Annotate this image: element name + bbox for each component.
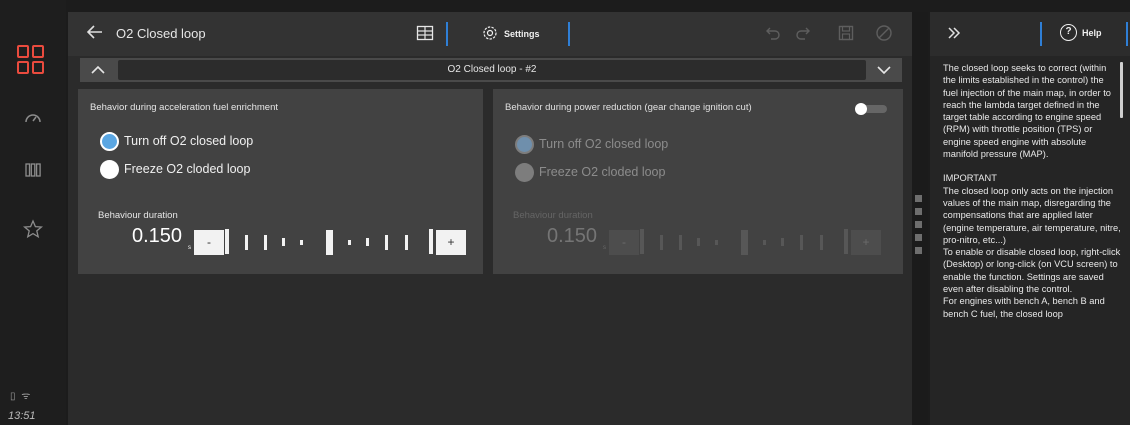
map-selector: O2 Closed loop - #2 — [80, 58, 902, 82]
help-button[interactable]: ? Help — [1060, 24, 1102, 41]
main-panel: O2 Closed loop Settings O2 Closed loop -… — [68, 12, 912, 425]
power-reduction-behavior-card: Behavior during power reduction (gear ch… — [493, 89, 903, 274]
radio-indicator — [100, 159, 119, 179]
help-divider — [1126, 22, 1128, 46]
help-paragraph: For engines with bench A, bench B and be… — [943, 296, 1105, 319]
duration-value[interactable]: 0.150 — [547, 225, 597, 248]
slider-thumb[interactable] — [326, 230, 333, 255]
help-paragraph: The closed loop seeks to correct (within… — [943, 63, 1111, 160]
slider-tick — [800, 235, 803, 250]
undo-icon[interactable] — [762, 24, 782, 44]
slider-tick — [763, 240, 766, 245]
help-label: Help — [1082, 27, 1102, 38]
card-heading: Behavior during power reduction (gear ch… — [505, 102, 752, 113]
duration-label: Behaviour duration — [513, 210, 593, 221]
radio-freeze-closed-loop[interactable]: Freeze O2 cloded loop — [100, 159, 250, 179]
duration-unit: s — [188, 245, 191, 251]
table-icon[interactable] — [416, 24, 436, 44]
radio-turn-off-closed-loop[interactable]: Turn off O2 closed loop — [515, 134, 668, 154]
question-circle-icon: ? — [1060, 24, 1077, 41]
slider-tick — [715, 240, 718, 245]
radio-label: Turn off O2 closed loop — [539, 137, 669, 151]
gear-icon — [482, 25, 498, 43]
slider-tick — [697, 238, 700, 246]
help-important-title: IMPORTANT — [943, 173, 997, 184]
radio-label: Freeze O2 cloded loop — [124, 162, 251, 176]
radio-selected-indicator — [100, 131, 119, 151]
slider-tick — [225, 229, 229, 254]
slider-tick — [385, 235, 388, 250]
slider-tick — [820, 235, 823, 250]
decrement-button[interactable]: - — [194, 230, 224, 255]
app-logo-icon[interactable] — [17, 45, 45, 75]
increment-button[interactable]: + — [436, 230, 466, 255]
radio-freeze-closed-loop[interactable]: Freeze O2 cloded loop — [515, 162, 665, 182]
toggle-knob — [855, 103, 867, 115]
slider-tick — [844, 229, 848, 254]
app: ▯ ᯤ 13:51 O2 Closed loop Settings O2 Clo… — [0, 0, 1130, 425]
arrow-left-icon[interactable] — [86, 23, 108, 45]
help-panel: ? Help The closed loop seeks to correct … — [930, 12, 1130, 425]
card-heading: Behavior during acceleration fuel enrich… — [90, 102, 278, 113]
wifi-icon: ᯤ — [21, 391, 31, 402]
help-scrollbar[interactable] — [1120, 62, 1123, 118]
clock: 13:51 — [8, 410, 36, 422]
power-reduction-toggle[interactable] — [855, 103, 889, 115]
page-title: O2 Closed loop — [116, 26, 206, 41]
help-text: The closed loop seeks to correct (within… — [943, 62, 1121, 320]
duration-label: Behaviour duration — [98, 210, 178, 221]
columns-icon[interactable] — [22, 160, 44, 182]
help-divider — [1040, 22, 1042, 46]
slider-tick — [679, 235, 682, 250]
slider-tick — [348, 240, 351, 245]
slider-tick — [264, 235, 267, 250]
block-icon[interactable] — [874, 24, 894, 44]
slider-tick — [429, 229, 433, 254]
redo-icon[interactable] — [794, 24, 814, 44]
radio-turn-off-closed-loop[interactable]: Turn off O2 closed loop — [100, 131, 253, 151]
map-selector-field[interactable]: O2 Closed loop - #2 — [118, 60, 866, 80]
chevron-down-icon[interactable] — [870, 61, 898, 79]
radio-indicator — [515, 162, 534, 182]
dashboard-gauge-icon[interactable] — [22, 108, 44, 130]
radio-label: Freeze O2 cloded loop — [539, 165, 666, 179]
grip-dot — [915, 208, 922, 215]
duration-unit: s — [603, 245, 606, 251]
help-paragraph: The closed loop only acts on the injecti… — [943, 185, 1121, 245]
help-paragraph: To enable or disable closed loop, right-… — [943, 247, 1121, 295]
slider-tick — [282, 238, 285, 246]
increment-button[interactable]: + — [851, 230, 881, 255]
slider-tick — [366, 238, 369, 246]
panel-divider — [912, 12, 928, 425]
double-chevron-right-icon[interactable] — [945, 24, 965, 44]
slider-tick — [300, 240, 303, 245]
chevron-up-icon[interactable] — [84, 61, 112, 79]
grip-dot — [915, 221, 922, 228]
grip-dot — [915, 247, 922, 254]
left-rail: ▯ ᯤ 13:51 — [0, 0, 66, 425]
slider-tick — [245, 235, 248, 250]
slider-tick — [781, 238, 784, 246]
grip-dot — [915, 195, 922, 202]
toolbar: O2 Closed loop Settings — [68, 12, 912, 56]
save-icon[interactable] — [836, 24, 856, 44]
settings-button[interactable]: Settings — [482, 25, 540, 43]
acceleration-behavior-card: Behavior during acceleration fuel enrich… — [78, 89, 483, 274]
battery-icon: ▯ — [10, 391, 16, 402]
status-icons: ▯ ᯤ — [10, 388, 30, 402]
decrement-button[interactable]: - — [609, 230, 639, 255]
help-header: ? Help — [930, 12, 1130, 56]
settings-label: Settings — [504, 29, 540, 39]
slider-thumb[interactable] — [741, 230, 748, 255]
slider-tick — [405, 235, 408, 250]
radio-selected-indicator — [515, 134, 534, 154]
star-icon[interactable] — [22, 219, 44, 241]
slider-tick — [660, 235, 663, 250]
toolbar-divider — [568, 22, 570, 46]
toolbar-divider — [446, 22, 448, 46]
grip-dot — [915, 234, 922, 241]
radio-label: Turn off O2 closed loop — [124, 134, 254, 148]
duration-value[interactable]: 0.150 — [132, 225, 182, 248]
slider-tick — [640, 229, 644, 254]
